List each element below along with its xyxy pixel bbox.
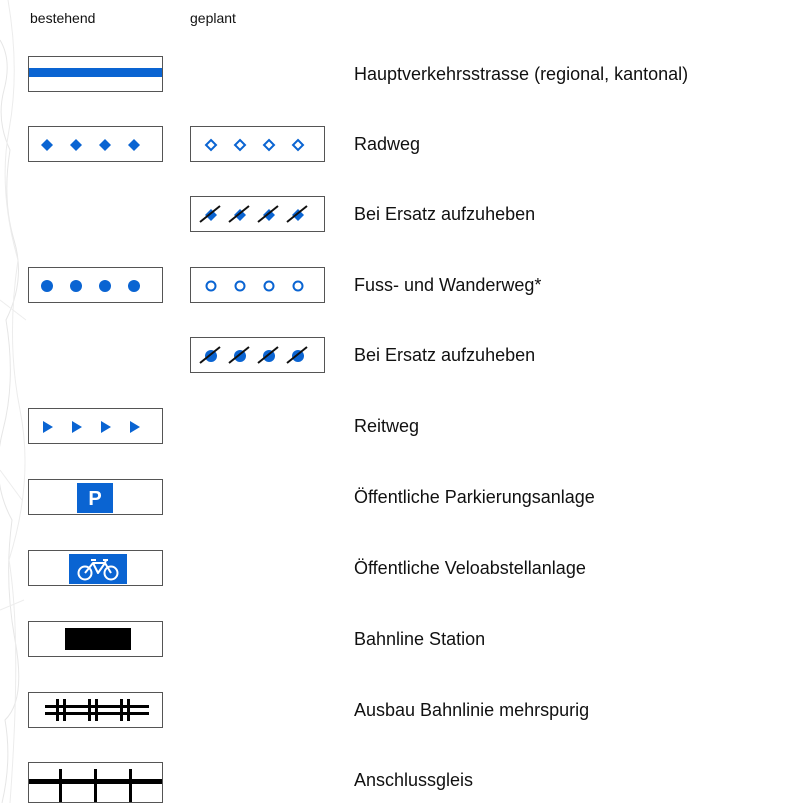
legend-row-rail-station: Bahnline Station (0, 621, 804, 665)
symbol-planned-bike-path (190, 126, 325, 162)
legend-label: Radweg (354, 134, 421, 154)
bicycle-sign-icon (69, 554, 127, 584)
legend-label: Bahnline Station (354, 629, 486, 649)
siding-ticks-icon (29, 769, 162, 802)
legend-row-siding: Anschlussgleis (0, 762, 804, 806)
legend-label: Ausbau Bahnlinie mehrspurig (354, 700, 590, 720)
legend-label: Reitweg (354, 416, 420, 436)
filled-circles-icon (41, 280, 140, 292)
symbol-planned-remove-bike (190, 196, 325, 232)
symbol-existing-bike-path (28, 126, 163, 162)
legend-label: Hauptverkehrsstrasse (regional, kantonal… (354, 64, 689, 84)
crossed-diamonds-icon (199, 205, 308, 223)
symbol-existing-siding (28, 762, 163, 803)
legend-row-bike-path: Radweg (0, 126, 804, 170)
legend-label: Bei Ersatz aufzuheben (354, 345, 536, 365)
map-background-texture (0, 0, 27, 803)
legend-row-remove-footpath: Bei Ersatz aufzuheben (0, 337, 804, 381)
symbol-existing-parking: P (28, 479, 163, 515)
symbol-existing-main-road (28, 56, 163, 92)
header-planned: geplant (190, 10, 236, 26)
legend-label: Öffentliche Parkierungsanlage (354, 487, 595, 507)
symbol-existing-bike-parking (28, 550, 163, 586)
legend-label: Fuss- und Wanderweg* (354, 275, 542, 295)
symbol-existing-rail-expansion (28, 692, 163, 728)
legend-label: Öffentliche Veloabstellanlage (354, 558, 586, 578)
outlined-diamonds-icon (204, 138, 305, 152)
legend-label: Bei Ersatz aufzuheben (354, 204, 536, 224)
symbol-planned-remove-footpath (190, 337, 325, 373)
symbol-existing-footpath (28, 267, 163, 303)
outlined-circles-icon (205, 280, 304, 292)
legend-row-remove-bike: Bei Ersatz aufzuheben (0, 196, 804, 240)
symbol-planned-footpath (190, 267, 325, 303)
legend-row-footpath: Fuss- und Wanderweg* (0, 267, 804, 311)
legend-row-bike-parking: Öffentliche Veloabstellanlage (0, 550, 804, 594)
legend-label: Anschlussgleis (354, 770, 474, 790)
black-bar-icon (65, 628, 131, 650)
blue-band-line-icon (29, 68, 162, 77)
symbol-existing-rail-station (28, 621, 163, 657)
parking-letter: P (88, 488, 101, 510)
symbol-existing-bridle-path (28, 408, 163, 444)
legend-row-parking: P Öffentliche Parkierungsanlage (0, 479, 804, 523)
header-existing: bestehend (30, 10, 96, 26)
filled-diamonds-icon (41, 139, 140, 151)
crossed-circles-icon (199, 346, 308, 364)
triangles-right-icon (43, 421, 140, 433)
legend-row-rail-expansion: Ausbau Bahnlinie mehrspurig (0, 692, 804, 736)
legend-row-main-road: Hauptverkehrsstrasse (regional, kantonal… (0, 56, 804, 100)
parking-sign-icon: P (77, 483, 113, 513)
legend-row-bridle-path: Reitweg (0, 408, 804, 452)
double-track-ticks-icon (45, 699, 149, 721)
